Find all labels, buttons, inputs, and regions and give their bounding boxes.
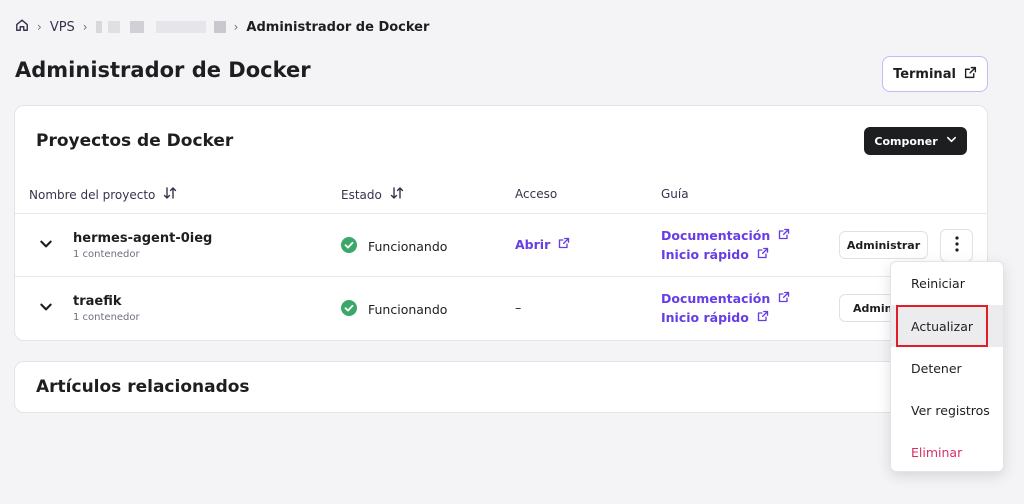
quickstart-link-label: Inicio rápido — [661, 310, 749, 325]
documentation-link-label: Documentación — [661, 291, 771, 306]
sort-icon — [390, 187, 404, 202]
project-container-count: 1 contenedor — [73, 312, 140, 323]
project-container-count: 1 contenedor — [73, 249, 140, 260]
more-vertical-icon — [954, 235, 959, 256]
check-circle-icon — [341, 237, 357, 256]
chevron-right-icon: › — [233, 20, 239, 34]
project-name: hermes-agent-0ieg — [73, 231, 213, 246]
related-articles-title: Artículos relacionados — [36, 377, 250, 397]
column-header-name[interactable]: Nombre del proyecto — [29, 187, 177, 202]
external-link-icon — [558, 237, 570, 252]
documentation-link-label: Documentación — [661, 228, 771, 243]
column-header-status-label: Estado — [341, 187, 382, 202]
external-link-icon — [757, 247, 769, 262]
documentation-link[interactable]: Documentación — [661, 291, 790, 306]
table-row: traefik 1 contenedor Funcionando – Docum… — [15, 277, 987, 339]
access-link[interactable]: Abrir — [515, 237, 570, 252]
column-header-guide: Guía — [661, 187, 689, 201]
menu-item-stop[interactable]: Detener — [891, 347, 1003, 389]
terminal-button[interactable]: Terminal — [882, 56, 988, 92]
manage-button[interactable]: Administrar — [839, 231, 928, 259]
access-value-label: – — [515, 300, 522, 315]
sort-icon — [163, 187, 177, 202]
external-link-icon — [778, 291, 790, 306]
projects-title: Proyectos de Docker — [36, 131, 234, 151]
quickstart-link[interactable]: Inicio rápido — [661, 247, 790, 262]
context-menu: Reiniciar Actualizar Detener Ver registr… — [890, 261, 1004, 472]
check-circle-icon — [341, 300, 357, 319]
menu-item-view-logs[interactable]: Ver registros — [891, 389, 1003, 431]
quickstart-link[interactable]: Inicio rápido — [661, 310, 790, 325]
guide-links: Documentación Inicio rápido — [661, 228, 790, 262]
table-row: hermes-agent-0ieg 1 contenedor Funcionan… — [15, 214, 987, 276]
menu-item-restart[interactable]: Reiniciar — [891, 262, 1003, 304]
breadcrumb-item-server[interactable] — [95, 21, 226, 33]
status-badge: Funcionando — [341, 300, 447, 319]
chevron-right-icon: › — [82, 20, 88, 34]
external-link-icon — [778, 228, 790, 243]
page-title: Administrador de Docker — [15, 58, 311, 82]
status-badge: Funcionando — [341, 237, 447, 256]
chevron-down-icon[interactable] — [39, 236, 53, 255]
compose-button[interactable]: Componer — [864, 127, 967, 155]
related-articles-card[interactable]: Artículos relacionados — [14, 361, 988, 413]
breadcrumb-item-vps[interactable]: VPS — [50, 20, 75, 35]
column-header-access: Acceso — [515, 187, 558, 201]
external-link-icon — [964, 66, 977, 83]
more-options-button[interactable] — [940, 229, 973, 262]
chevron-down-icon — [946, 134, 957, 148]
menu-item-delete[interactable]: Eliminar — [891, 431, 1003, 473]
column-header-status[interactable]: Estado — [341, 187, 404, 202]
access-value: – — [515, 300, 521, 315]
column-header-name-label: Nombre del proyecto — [29, 187, 156, 202]
external-link-icon — [757, 310, 769, 325]
projects-card: Proyectos de Docker Componer Nombre del … — [14, 105, 988, 341]
breadcrumb: › VPS › › Administrador de Docker — [15, 18, 429, 36]
access-link-label: Abrir — [515, 237, 551, 252]
breadcrumb-current: Administrador de Docker — [246, 19, 430, 35]
chevron-right-icon: › — [37, 20, 42, 34]
menu-item-update[interactable]: Actualizar — [891, 305, 1003, 347]
status-text: Funcionando — [368, 239, 448, 254]
guide-links: Documentación Inicio rápido — [661, 291, 790, 325]
terminal-button-label: Terminal — [893, 66, 956, 82]
status-text: Funcionando — [368, 302, 448, 317]
project-name: traefik — [73, 294, 122, 309]
compose-button-label: Componer — [874, 134, 938, 148]
quickstart-link-label: Inicio rápido — [661, 247, 749, 262]
chevron-down-icon[interactable] — [39, 299, 53, 318]
documentation-link[interactable]: Documentación — [661, 228, 790, 243]
home-icon[interactable] — [15, 18, 29, 36]
